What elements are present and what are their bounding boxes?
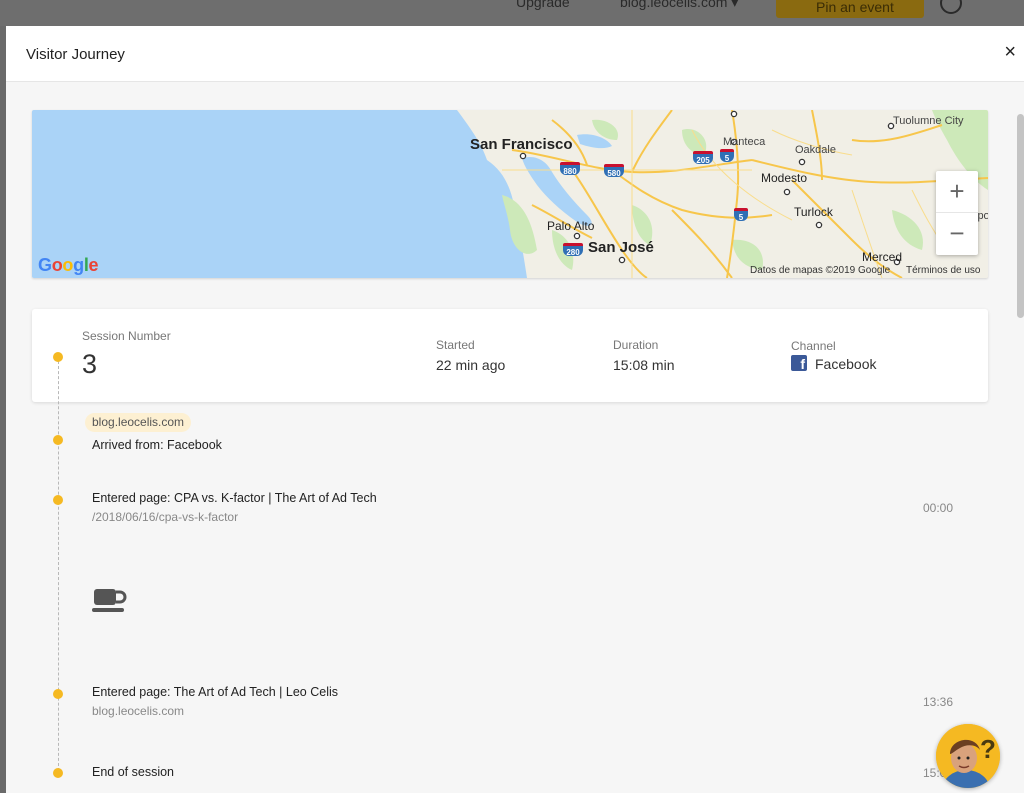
session-number-label: Session Number <box>82 329 171 343</box>
duration-value: 15:08 min <box>613 357 675 373</box>
city-label-tuolumne-city: Tuolumne City <box>893 115 964 127</box>
scrollbar[interactable] <box>1017 114 1024 318</box>
event-title[interactable]: Entered page: The Art of Ad Tech | Leo C… <box>92 685 338 699</box>
modal-header: Visitor Journey × <box>6 26 1024 82</box>
highway-205-shield: 205 <box>693 151 713 165</box>
session-card: Session Number 3 Started 22 min ago Dura… <box>32 309 988 402</box>
site-selector[interactable]: blog.leocelis.com ▾ <box>620 0 738 11</box>
city-label-palo-alto: Palo Alto <box>547 219 595 233</box>
visitor-journey-modal: Visitor Journey × San Francisco Palo Alt… <box>6 26 1024 793</box>
duration-label: Duration <box>613 338 659 352</box>
svg-text:Google: Google <box>38 255 99 275</box>
session-number-value: 3 <box>82 349 98 379</box>
event-time: 00:00 <box>923 501 954 515</box>
highway-280-shield: 280 <box>563 243 583 257</box>
highway-580-shield: 580 <box>604 164 624 178</box>
timeline-line <box>58 356 59 776</box>
city-label-san-jose: San José <box>588 239 654 256</box>
timeline-dot-event-1 <box>53 495 63 505</box>
close-button[interactable]: × <box>1004 42 1016 62</box>
gear-icon[interactable] <box>940 0 962 14</box>
event-path: blog.leocelis.com <box>92 704 185 718</box>
event-path: /2018/06/16/cpa-vs-k-factor <box>92 510 239 524</box>
coffee-cup-icon <box>92 589 127 612</box>
timeline-dot-end <box>53 768 63 778</box>
upgrade-link[interactable]: Upgrade <box>516 0 570 10</box>
city-label-oakdale: Oakdale <box>795 144 836 156</box>
google-logo[interactable]: Google <box>38 254 106 278</box>
event-title[interactable]: Entered page: CPA vs. K-factor | The Art… <box>92 491 377 505</box>
modal-title: Visitor Journey <box>26 46 125 63</box>
event-time: 13:36 <box>923 695 954 709</box>
arrived-from-text: Arrived from: Facebook <box>92 438 222 452</box>
started-value: 22 min ago <box>436 357 506 373</box>
map[interactable]: San Francisco Palo Alto San José Manteca… <box>32 110 988 278</box>
avatar-illustration: ? <box>936 724 1000 788</box>
zoom-in-button[interactable]: + <box>936 171 978 213</box>
city-label-manteca: Manteca <box>723 136 766 148</box>
help-chat-avatar[interactable]: ? <box>936 724 1000 788</box>
city-label-modesto: Modesto <box>761 171 808 185</box>
facebook-icon: f <box>791 355 807 371</box>
pin-event-button[interactable]: Pin an event <box>776 0 924 18</box>
svg-text:?: ? <box>980 734 996 764</box>
timeline-dot-event-2 <box>53 689 63 699</box>
zoom-controls: + − <box>936 171 978 255</box>
city-label-san-francisco: San Francisco <box>470 136 573 153</box>
started-label: Started <box>436 338 475 352</box>
zoom-out-button[interactable]: − <box>936 213 978 255</box>
site-badge: blog.leocelis.com <box>85 413 192 432</box>
background-top-bar: Upgrade blog.leocelis.com ▾ Pin an event <box>0 0 1024 26</box>
timeline-dot-session <box>53 352 63 362</box>
channel-label: Channel <box>791 339 836 353</box>
map-attribution: Datos de mapas ©2019 Google <box>750 265 891 276</box>
end-of-session-text: End of session <box>92 765 174 779</box>
channel-value: Facebook <box>815 356 877 372</box>
timeline-dot-arrival <box>53 435 63 445</box>
city-label-merced: Merced <box>862 250 903 264</box>
highway-5-shield: 5 <box>720 149 734 163</box>
highway-880-shield: 880 <box>560 162 580 176</box>
map-terms-link[interactable]: Términos de uso <box>906 265 980 276</box>
highway-5-shield-south: 5 <box>734 208 748 222</box>
city-label-turlock: Turlock <box>794 205 833 219</box>
